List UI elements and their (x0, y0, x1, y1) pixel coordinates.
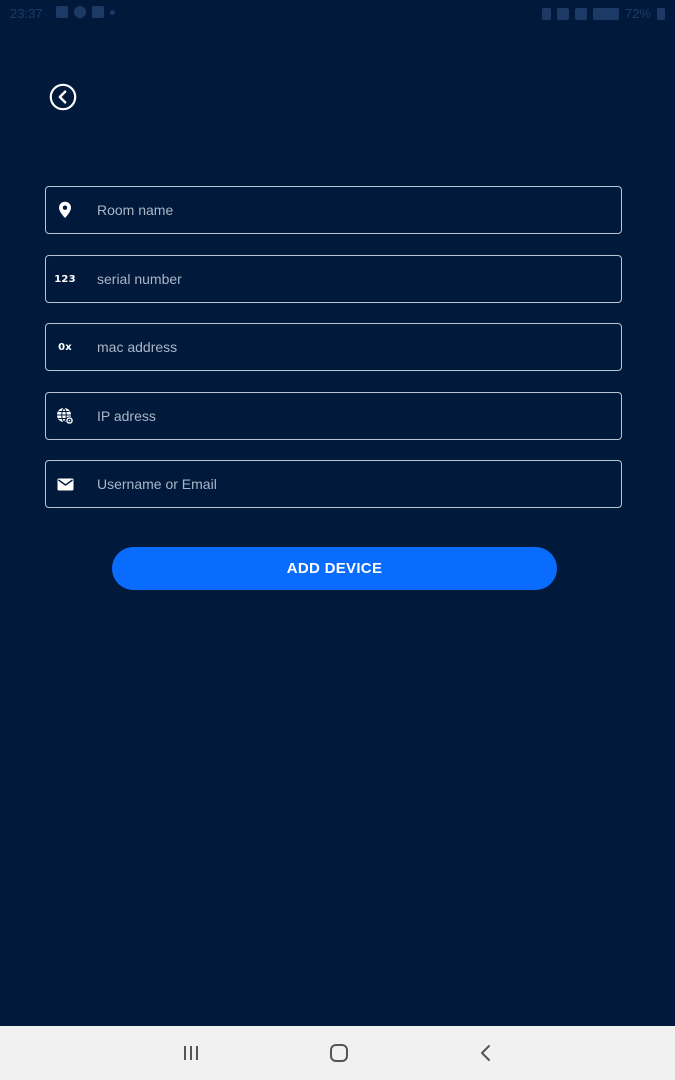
more-notifications-dot-icon (110, 9, 115, 15)
location-pin-icon (55, 200, 75, 220)
ip-address-input[interactable] (95, 407, 599, 425)
signal-icon (592, 7, 619, 20)
serial-number-field[interactable]: 123 (45, 255, 622, 303)
system-nav-bar (0, 1026, 675, 1080)
nfc-icon (556, 7, 569, 20)
mute-icon (574, 7, 587, 20)
username-email-input[interactable] (95, 475, 599, 493)
status-left-icons (56, 6, 115, 18)
chevron-left-circle-icon (49, 83, 77, 111)
room-name-field[interactable] (45, 186, 622, 234)
status-time: 23:37 (10, 6, 43, 21)
recent-apps-icon (184, 1046, 198, 1060)
mac-address-input[interactable] (95, 338, 599, 356)
message-notification-icon (92, 6, 104, 18)
ip-address-field[interactable] (45, 392, 622, 440)
username-email-field[interactable] (45, 460, 622, 508)
home-icon (330, 1044, 348, 1062)
serial-number-input[interactable] (95, 270, 599, 288)
room-name-input[interactable] (95, 201, 599, 219)
envelope-icon (55, 474, 75, 494)
globe-settings-icon (55, 406, 75, 426)
back-icon (481, 1045, 490, 1061)
add-device-button[interactable]: ADD DEVICE (112, 547, 557, 590)
mac-address-field[interactable]: 0x (45, 323, 622, 371)
home-button[interactable] (324, 1039, 354, 1067)
app-notification-icon (74, 6, 86, 18)
status-bar: 23:37 72% (0, 0, 675, 28)
recent-apps-button[interactable] (176, 1039, 206, 1067)
system-back-button[interactable] (471, 1039, 501, 1067)
hex-0x-icon: 0x (58, 341, 72, 353)
status-right-icons: 72% (541, 6, 665, 21)
battery-percent: 72% (624, 6, 651, 21)
battery-icon (657, 7, 665, 20)
numeric-123-icon: 123 (54, 273, 76, 285)
back-button[interactable] (49, 83, 77, 111)
gallery-notification-icon (56, 6, 68, 18)
alarm-icon (541, 7, 551, 20)
